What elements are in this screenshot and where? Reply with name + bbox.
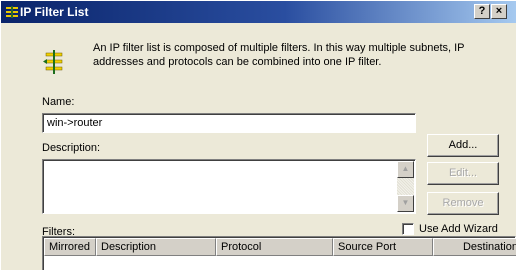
filters-list[interactable]: Mirrored Description Protocol Source Por… bbox=[42, 236, 516, 270]
ip-filter-list-dialog: IP Filter List ? × An IP filter list is … bbox=[0, 0, 516, 270]
filters-list-header: Mirrored Description Protocol Source Por… bbox=[44, 238, 516, 256]
name-field[interactable]: win->router bbox=[42, 113, 416, 133]
description-scrollbar[interactable]: ▲ ▼ bbox=[397, 161, 414, 212]
edit-button[interactable]: Edit... bbox=[427, 162, 499, 185]
column-header-source-port[interactable]: Source Port bbox=[333, 238, 433, 256]
name-label: Name: bbox=[42, 96, 75, 108]
use-add-wizard-checkbox[interactable] bbox=[402, 223, 414, 235]
close-button[interactable]: × bbox=[491, 4, 507, 19]
name-value: win->router bbox=[47, 117, 103, 129]
use-add-wizard-label[interactable]: Use Add Wizard bbox=[419, 223, 498, 235]
column-header-mirrored[interactable]: Mirrored bbox=[44, 238, 96, 256]
description-label: Description: bbox=[42, 142, 101, 154]
remove-button[interactable]: Remove bbox=[427, 192, 499, 215]
column-header-protocol[interactable]: Protocol bbox=[216, 238, 333, 256]
help-button[interactable]: ? bbox=[474, 4, 490, 19]
ip-filter-icon bbox=[43, 50, 63, 74]
filter-list-icon bbox=[6, 6, 18, 18]
info-text: An IP filter list is composed of multipl… bbox=[93, 42, 465, 68]
column-header-destination[interactable]: Destination bbox=[433, 238, 516, 256]
description-field[interactable]: ▲ ▼ bbox=[42, 159, 416, 214]
window-title: IP Filter List bbox=[20, 5, 89, 19]
title-bar[interactable]: IP Filter List ? × bbox=[1, 1, 516, 23]
column-header-description[interactable]: Description bbox=[96, 238, 216, 256]
scroll-up-arrow-icon[interactable]: ▲ bbox=[397, 161, 414, 178]
add-button[interactable]: Add... bbox=[427, 134, 499, 157]
scroll-down-arrow-icon[interactable]: ▼ bbox=[397, 195, 414, 212]
